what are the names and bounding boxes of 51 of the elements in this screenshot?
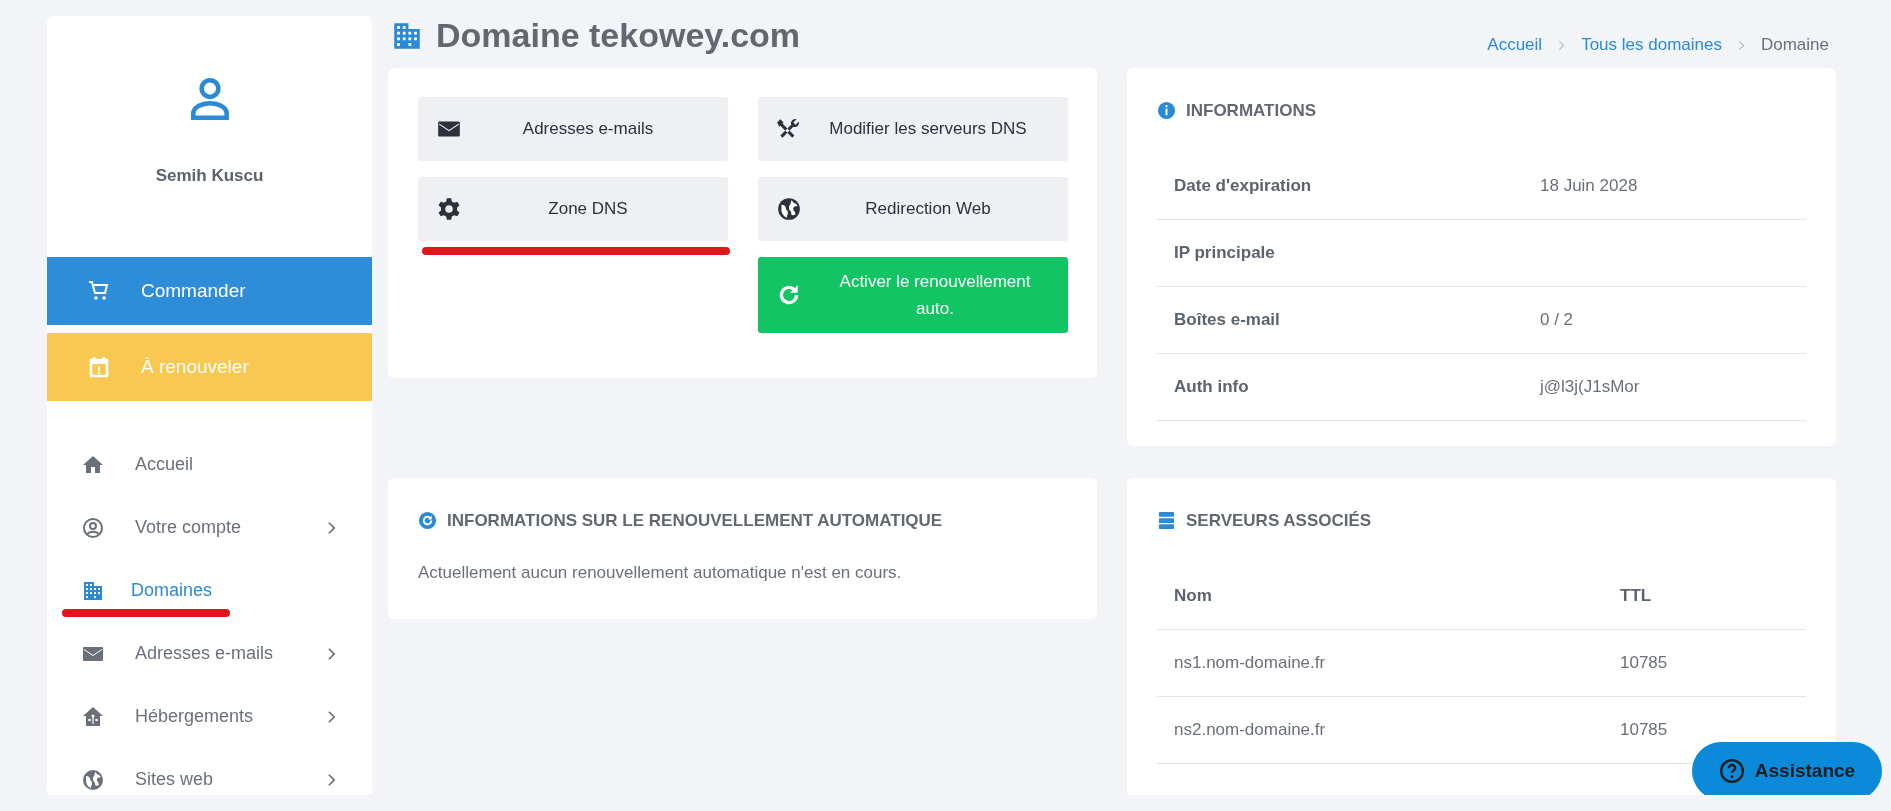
column-header: TTL: [1620, 586, 1652, 606]
assistance-button[interactable]: Assistance: [1692, 742, 1882, 795]
user-name: Semih Kuscu: [155, 166, 264, 186]
renewal-text: Actuellement aucun renouvellement automatique n'est en cours.: [418, 563, 903, 583]
help-icon: [1718, 758, 1745, 784]
breadcrumb-link[interactable]: Tous les domaines: [1581, 35, 1722, 55]
table-cell-text: ns1.nom-domaine.fr: [1174, 653, 1327, 673]
info-value: 18 Juin 2028: [1540, 176, 1638, 196]
tool-button[interactable]: Adresses e-mails: [418, 97, 728, 161]
server-icon: [1157, 511, 1176, 530]
table-cell: 10785: [1620, 653, 1668, 673]
chevron-right-icon[interactable]: [327, 772, 336, 787]
nav-item[interactable]: Domaines: [81, 578, 336, 603]
nav-item[interactable]: Sites web: [81, 767, 327, 792]
settings-icon: [436, 196, 462, 222]
info-label: IP principale: [1174, 243, 1276, 263]
order-button[interactable]: Commander: [47, 257, 372, 325]
info-value: j@l3j(J1sMor: [1540, 377, 1640, 397]
column-header: Nom: [1174, 586, 1213, 606]
house-network-icon: [81, 704, 105, 729]
tool-button[interactable]: Redirection Web: [758, 177, 1068, 241]
cart-icon: [87, 279, 111, 303]
info-icon: [1157, 101, 1176, 120]
refresh-icon: [418, 511, 437, 530]
chevron-right-icon[interactable]: [327, 709, 336, 724]
breadcrumb-link[interactable]: Accueil: [1487, 35, 1543, 55]
table-cell: 10785: [1620, 720, 1668, 740]
calendar-alert-icon: [87, 355, 111, 379]
card-title: SERVEURS ASSOCIÉS: [1157, 478, 1806, 563]
card-title: INFORMATIONS SUR LE RENOUVELLEMENT AUTOMATIQUE: [418, 478, 1067, 563]
chevron-right-icon: [1737, 39, 1745, 51]
tool-button[interactable]: Modifier les serveurs DNS: [758, 97, 1068, 161]
globe-icon: [776, 196, 802, 222]
info-label: Date d'expiration: [1174, 176, 1313, 196]
table-cell-text: ns2.nom-domaine.fr: [1174, 720, 1327, 740]
user-circle-icon: [81, 515, 105, 540]
nav-item[interactable]: Adresses e-mails: [81, 641, 327, 666]
page-title: Domaine tekowey.com: [390, 16, 801, 55]
nav-item[interactable]: Votre compte: [81, 515, 327, 540]
info-label: Boîtes e-mail: [1174, 310, 1281, 330]
chevron-right-icon: [1558, 39, 1566, 51]
info-value: 0 / 2: [1540, 310, 1574, 330]
globe-icon: [81, 767, 105, 792]
chevron-right-icon[interactable]: [327, 520, 336, 535]
nav-item[interactable]: Accueil: [81, 452, 336, 477]
nav-item[interactable]: Hébergements: [81, 704, 327, 729]
chevron-right-icon[interactable]: [327, 646, 336, 661]
tool-button[interactable]: Zone DNS: [418, 177, 728, 241]
breadcrumb-current: Domaine: [1760, 35, 1829, 55]
card-title: INFORMATIONS: [1157, 68, 1806, 153]
info-label: Auth info: [1174, 377, 1250, 397]
